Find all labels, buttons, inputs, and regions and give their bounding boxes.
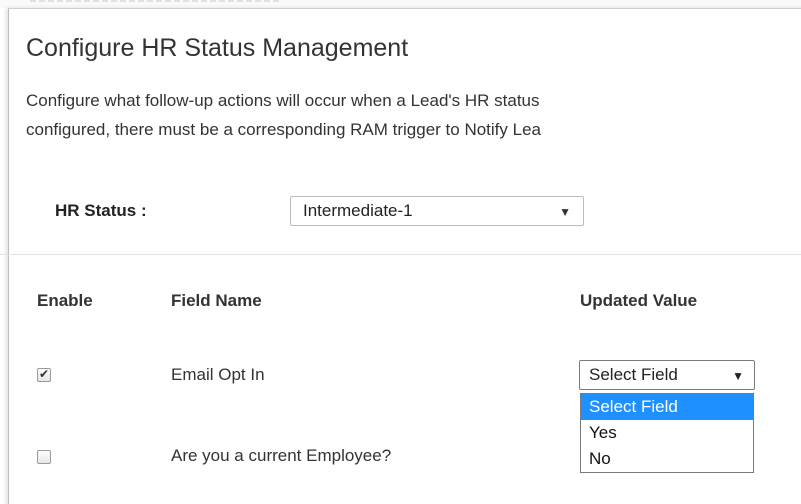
hr-status-select[interactable]: Intermediate-1 ▼ bbox=[290, 196, 584, 226]
background-page-strip bbox=[0, 0, 801, 8]
field-name-email-opt-in: Email Opt In bbox=[171, 365, 265, 384]
hr-status-label: HR Status : bbox=[55, 201, 147, 220]
field-name-current-employee: Are you a current Employee? bbox=[171, 446, 392, 465]
background-cut-text bbox=[30, 0, 280, 2]
section-divider bbox=[0, 254, 801, 255]
dialog-title: Configure HR Status Management bbox=[26, 34, 409, 62]
column-header-updated-value: Updated Value bbox=[580, 291, 698, 310]
column-header-field-name: Field Name bbox=[171, 291, 262, 310]
dropdown-option-select-field[interactable]: Select Field bbox=[581, 394, 753, 420]
description-line-2: configured, there must be a correspondin… bbox=[26, 120, 541, 139]
updated-value-select[interactable]: Select Field ▼ bbox=[579, 360, 755, 390]
page: Configure HR Status Management Configure… bbox=[0, 0, 801, 504]
updated-value-selected: Select Field bbox=[589, 365, 678, 384]
chevron-down-icon: ▼ bbox=[732, 369, 744, 383]
column-header-enable: Enable bbox=[37, 291, 93, 310]
dropdown-option-yes[interactable]: Yes bbox=[581, 420, 753, 446]
chevron-down-icon: ▼ bbox=[559, 205, 571, 219]
checkmark-icon: ✔ bbox=[39, 367, 50, 381]
description-line-1: Configure what follow-up actions will oc… bbox=[26, 91, 540, 110]
dialog-description: Configure what follow-up actions will oc… bbox=[26, 86, 796, 144]
dropdown-option-no[interactable]: No bbox=[581, 446, 753, 472]
enable-checkbox-email-opt-in[interactable]: ✔ bbox=[37, 367, 51, 382]
hr-status-selected-value: Intermediate-1 bbox=[303, 201, 413, 220]
enable-checkbox-current-employee[interactable] bbox=[37, 450, 51, 464]
updated-value-dropdown-list: Select Field Yes No bbox=[580, 393, 754, 473]
